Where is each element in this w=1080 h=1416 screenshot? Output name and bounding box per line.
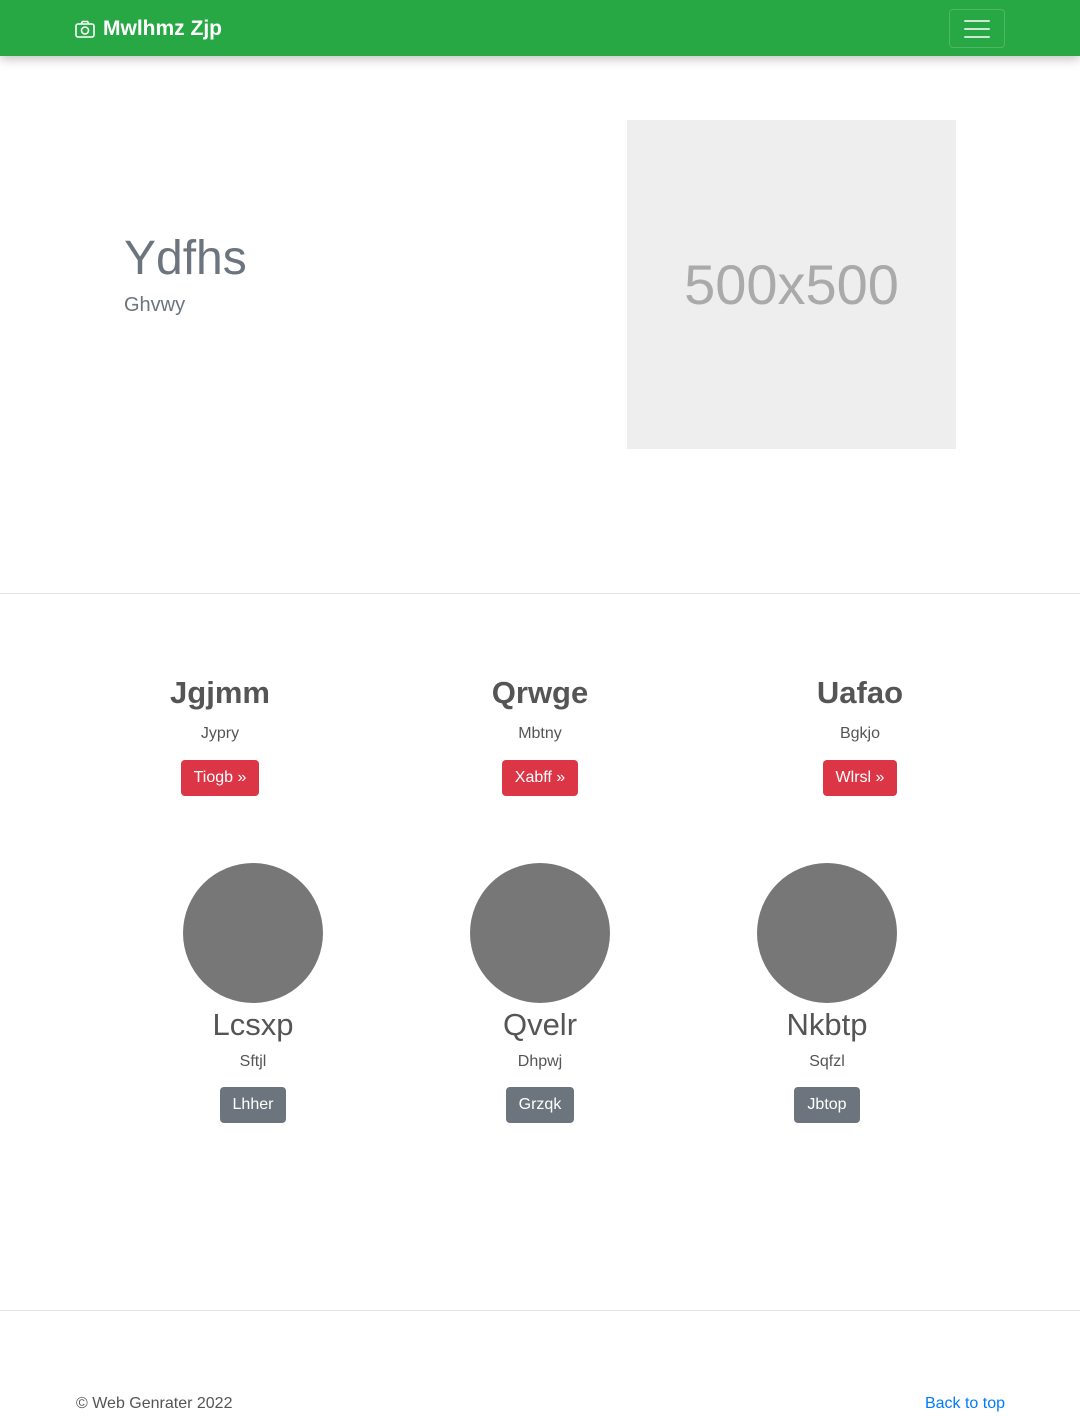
hero-image-placeholder: 500x500	[627, 120, 956, 449]
person-card: Lcsxp Sftjl Lhher	[133, 863, 373, 1124]
avatar	[470, 863, 610, 1003]
navbar: Mwlhmz Zjp	[0, 0, 1080, 56]
feature-button[interactable]: Xabff »	[501, 760, 579, 797]
person-card: Nkbtp Sqfzl Jbtop	[707, 863, 947, 1124]
feature-title: Uafao	[816, 675, 904, 710]
person-card: Qvelr Dhpwj Grzqk	[420, 863, 660, 1124]
placeholder-label: 500x500	[684, 253, 899, 316]
person-button[interactable]: Jbtop	[794, 1087, 860, 1124]
brand-label: Mwlhmz Zjp	[103, 17, 222, 40]
section-divider	[0, 1310, 1080, 1311]
hamburger-menu-icon	[964, 27, 990, 30]
feature-text: Mbtny	[518, 725, 562, 743]
avatar	[757, 863, 897, 1003]
feature-column: Qrwge Mbtny Xabff »	[410, 674, 670, 797]
section-divider	[0, 593, 1080, 594]
feature-button[interactable]: Wlrsl »	[822, 760, 898, 797]
person-button[interactable]: Grzqk	[505, 1087, 575, 1124]
feature-button[interactable]: Tiogb »	[180, 760, 260, 797]
feature-column: Uafao Bgkjo Wlrsl »	[730, 674, 990, 797]
footer-copyright: © Web Genrater 2022	[76, 1395, 233, 1412]
navbar-brand[interactable]: Mwlhmz Zjp	[75, 15, 222, 43]
navbar-toggler-button[interactable]	[949, 9, 1005, 48]
person-button[interactable]: Lhher	[219, 1087, 287, 1124]
feature-text: Jypry	[200, 725, 240, 743]
hero-subtitle: Ghvwy	[124, 294, 186, 316]
hamburger-menu-icon	[964, 35, 990, 38]
hero-title: Ydfhs	[124, 232, 247, 285]
person-name: Qvelr	[502, 1007, 578, 1042]
avatar	[183, 863, 323, 1003]
feature-title: Jgjmm	[170, 675, 270, 710]
person-text: Sftjl	[239, 1053, 267, 1071]
feature-column: Jgjmm Jypry Tiogb »	[90, 674, 350, 797]
feature-title: Qrwge	[491, 675, 589, 710]
camera-icon	[75, 20, 95, 38]
person-name: Lcsxp	[212, 1007, 294, 1042]
hamburger-menu-icon	[964, 19, 990, 22]
feature-text: Bgkjo	[839, 725, 881, 743]
person-text: Sqfzl	[809, 1053, 845, 1071]
person-text: Dhpwj	[517, 1053, 563, 1071]
back-to-top-link[interactable]: Back to top	[925, 1395, 1005, 1413]
person-name: Nkbtp	[786, 1007, 868, 1042]
